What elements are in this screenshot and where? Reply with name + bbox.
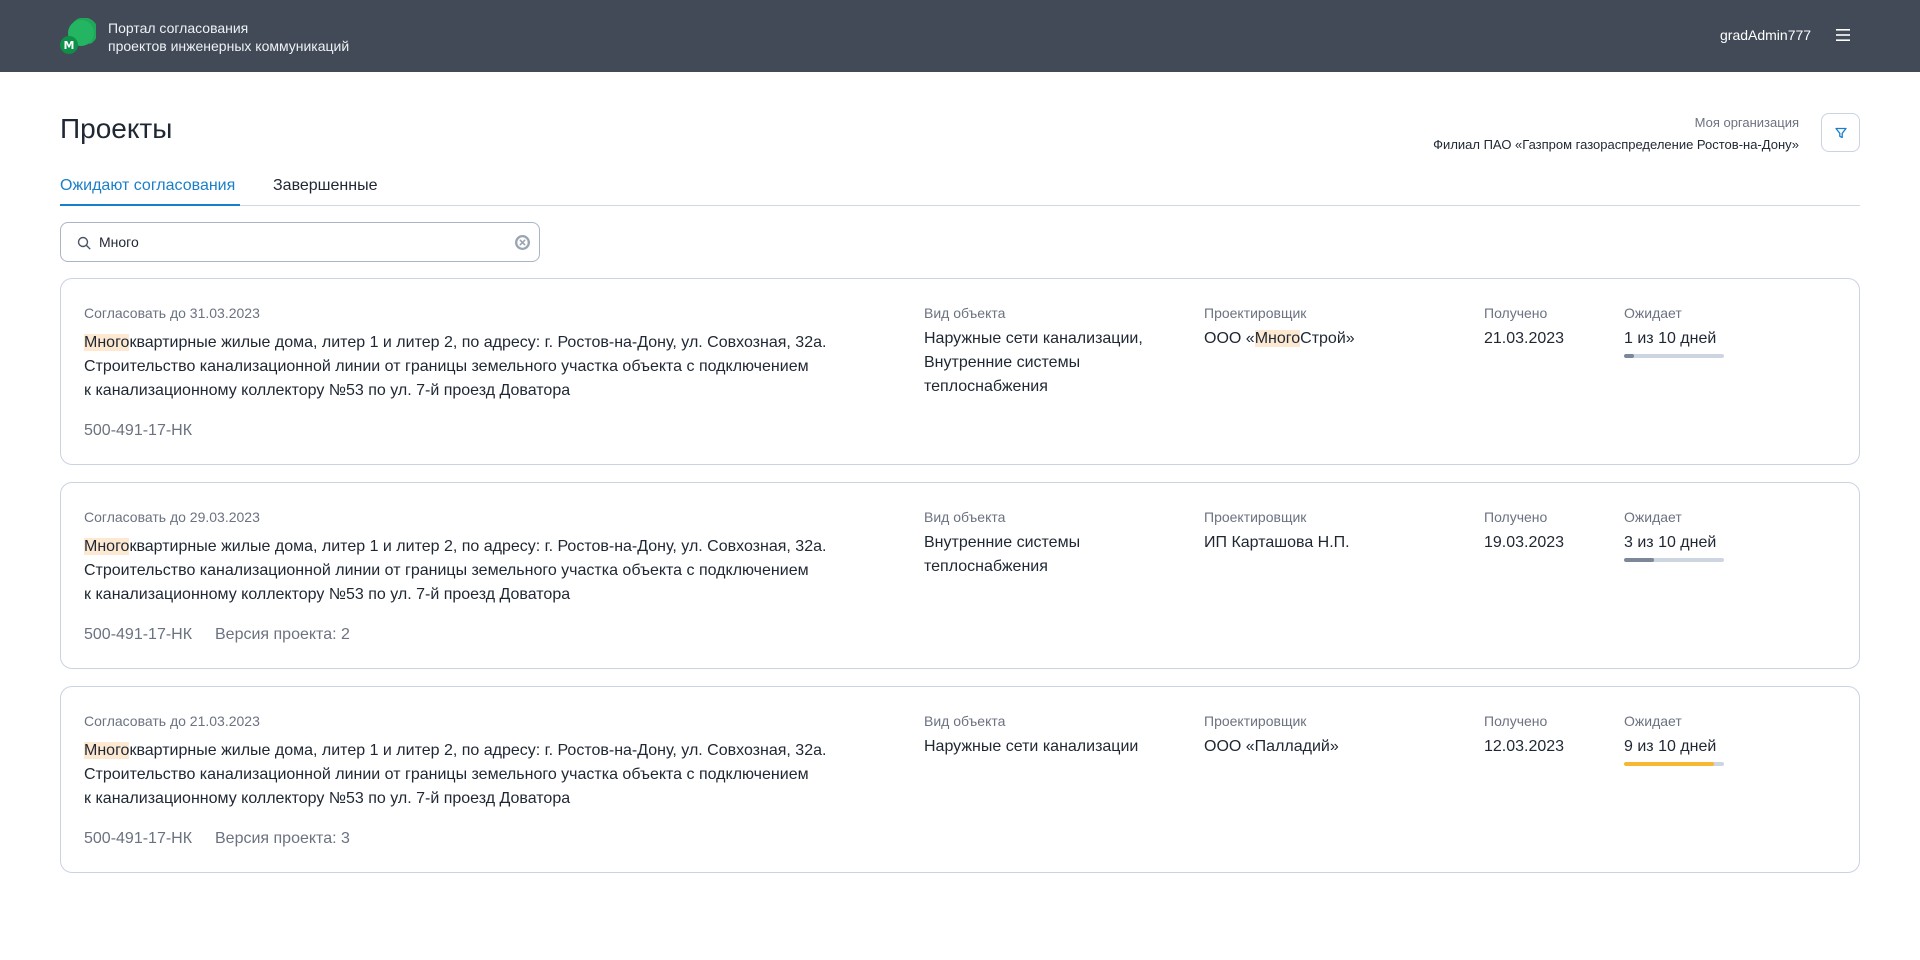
object-type: Наружные сети канализации bbox=[924, 738, 1139, 755]
logo-icon[interactable]: М bbox=[60, 18, 96, 54]
page-title: Проекты bbox=[60, 113, 173, 144]
designer-text: Строй» bbox=[1300, 330, 1355, 347]
waiting-days: 1 из 10 дней bbox=[1624, 330, 1717, 347]
user-name[interactable]: gradAdmin777 bbox=[1720, 26, 1811, 44]
received-date: 21.03.2023 bbox=[1484, 330, 1565, 347]
received-label: Получено bbox=[1484, 509, 1548, 525]
search-highlight: Много bbox=[84, 742, 130, 759]
logo-letter: М bbox=[64, 39, 75, 52]
project-version: Версия проекта: 3 bbox=[215, 830, 350, 847]
project-description: Многоквартирные жилые дома, литер 1 и ли… bbox=[84, 535, 874, 607]
description-line-1: квартирные жилые дома, литер 1 и литер 2… bbox=[129, 334, 827, 351]
waiting-progress-bar bbox=[1624, 354, 1724, 358]
waiting-progress-bar bbox=[1624, 762, 1724, 766]
designer: ООО «МногоСтрой» bbox=[1204, 327, 1355, 351]
waiting-progress-bar bbox=[1624, 558, 1724, 562]
waiting-days: 3 из 10 дней bbox=[1624, 534, 1717, 551]
waiting-label: Ожидает bbox=[1624, 713, 1682, 729]
description-line-3: к канализационному коллектору №53 по ул.… bbox=[84, 586, 571, 603]
received-date: 19.03.2023 bbox=[1484, 534, 1565, 551]
object-type-label: Вид объекта bbox=[924, 713, 1006, 729]
search-box bbox=[60, 222, 540, 262]
search-highlight: Много bbox=[84, 334, 130, 351]
received-label: Получено bbox=[1484, 305, 1548, 321]
waiting-days: 9 из 10 дней bbox=[1624, 738, 1717, 755]
tabs: Ожидают согласования Завершенные bbox=[60, 174, 1860, 206]
search-highlight: Много bbox=[84, 538, 130, 555]
designer-label: Проектировщик bbox=[1204, 713, 1307, 729]
received-date: 12.03.2023 bbox=[1484, 738, 1565, 755]
waiting-label: Ожидает bbox=[1624, 305, 1682, 321]
designer-label: Проектировщик bbox=[1204, 509, 1307, 525]
clear-search-icon[interactable] bbox=[514, 234, 531, 251]
progress-fill bbox=[1624, 762, 1714, 766]
tab-pending[interactable]: Ожидают согласования bbox=[60, 176, 235, 196]
designer-text: ИП Карташова Н.П. bbox=[1204, 534, 1350, 551]
project-description: Многоквартирные жилые дома, литер 1 и ли… bbox=[84, 739, 874, 811]
due-date: Согласовать до 21.03.2023 bbox=[84, 713, 260, 729]
object-type-label: Вид объекта bbox=[924, 305, 1006, 321]
top-bar: М Портал согласования проектов инженерны… bbox=[0, 0, 1920, 72]
received-label: Получено bbox=[1484, 713, 1548, 729]
description-line-2: Строительство канализационной линии от г… bbox=[84, 562, 809, 579]
object-type: Наружные сети канализации, Внутренние си… bbox=[924, 330, 1143, 395]
progress-fill bbox=[1624, 558, 1654, 562]
app-title: Портал согласования проектов инженерных … bbox=[108, 19, 349, 55]
search-highlight: Много bbox=[1254, 330, 1301, 347]
object-type: Внутренние системы теплоснабжения bbox=[924, 534, 1081, 575]
org-name: Филиал ПАО «Газпром газораспределение Ро… bbox=[1433, 137, 1799, 152]
progress-fill bbox=[1624, 354, 1634, 358]
project-description: Многоквартирные жилые дома, литер 1 и ли… bbox=[84, 331, 874, 403]
project-code: 500-491-17-НК bbox=[84, 422, 193, 439]
description-line-1: квартирные жилые дома, литер 1 и литер 2… bbox=[129, 742, 827, 759]
designer-text: ООО « bbox=[1204, 330, 1255, 347]
due-date: Согласовать до 29.03.2023 bbox=[84, 509, 260, 525]
designer: ООО «Палладий» bbox=[1204, 735, 1339, 759]
hamburger-menu-icon[interactable] bbox=[1834, 26, 1852, 44]
project-code: 500-491-17-НК bbox=[84, 830, 193, 847]
filter-icon bbox=[1834, 127, 1847, 138]
app-title-line-1: Портал согласования bbox=[108, 20, 249, 36]
project-card[interactable]: Согласовать до 31.03.2023 Многоквартирны… bbox=[60, 278, 1860, 465]
project-version: Версия проекта: 2 bbox=[215, 626, 350, 643]
description-line-3: к канализационному коллектору №53 по ул.… bbox=[84, 382, 571, 399]
waiting-label: Ожидает bbox=[1624, 509, 1682, 525]
designer-label: Проектировщик bbox=[1204, 305, 1307, 321]
tab-active-indicator bbox=[60, 204, 240, 206]
search-input[interactable] bbox=[99, 232, 499, 252]
description-line-3: к канализационному коллектору №53 по ул.… bbox=[84, 790, 571, 807]
app-title-line-2: проектов инженерных коммуникаций bbox=[108, 38, 350, 54]
description-line-2: Строительство канализационной линии от г… bbox=[84, 766, 809, 783]
project-code: 500-491-17-НК bbox=[84, 626, 193, 643]
description-line-2: Строительство канализационной линии от г… bbox=[84, 358, 809, 375]
designer: ИП Карташова Н.П. bbox=[1204, 531, 1350, 555]
org-label: Моя организация bbox=[1694, 115, 1799, 130]
designer-text: ООО «Палладий» bbox=[1204, 738, 1339, 755]
tab-completed[interactable]: Завершенные bbox=[273, 176, 377, 196]
due-date: Согласовать до 31.03.2023 bbox=[84, 305, 260, 321]
description-line-1: квартирные жилые дома, литер 1 и литер 2… bbox=[129, 538, 827, 555]
object-type-label: Вид объекта bbox=[924, 509, 1006, 525]
filter-button[interactable] bbox=[1821, 113, 1860, 152]
project-card[interactable]: Согласовать до 29.03.2023 Многоквартирны… bbox=[60, 482, 1860, 669]
project-card[interactable]: Согласовать до 21.03.2023 Многоквартирны… bbox=[60, 686, 1860, 873]
search-icon bbox=[77, 236, 91, 250]
